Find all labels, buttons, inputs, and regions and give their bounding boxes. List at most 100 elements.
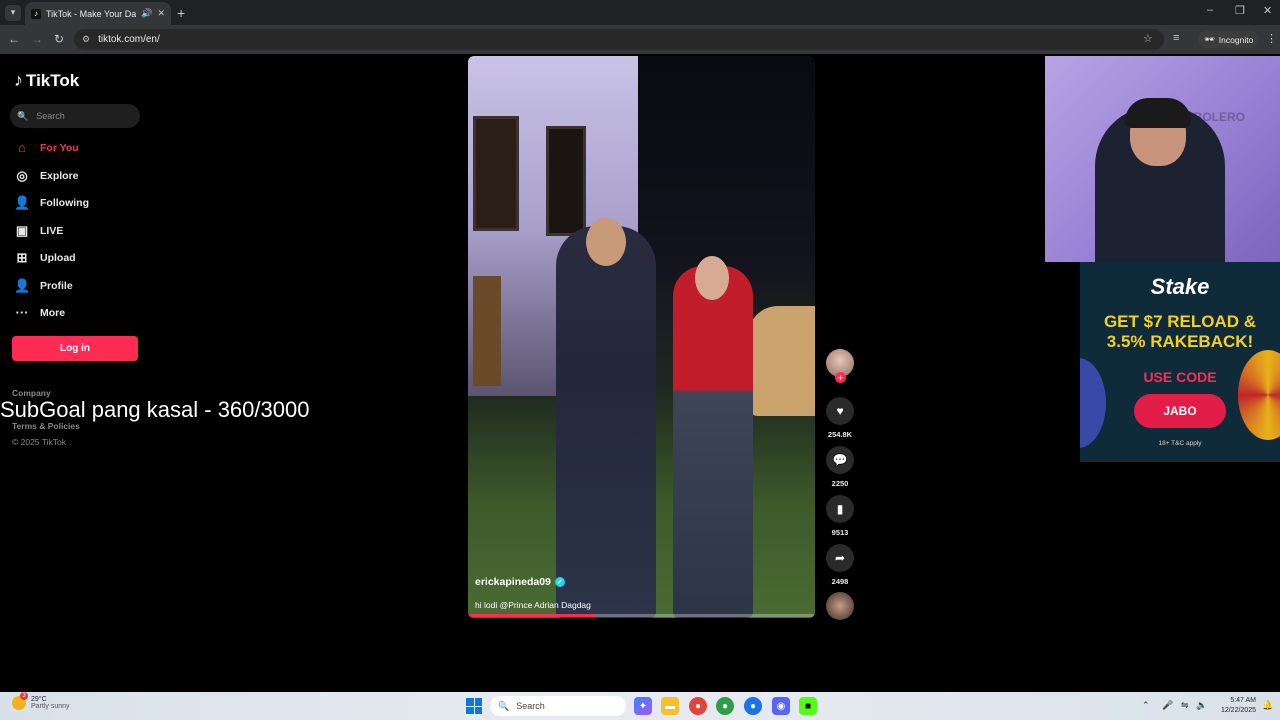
share-action[interactable]: ➦ 2498: [826, 544, 854, 586]
nav-label: For You: [40, 141, 79, 154]
nav-label: LIVE: [40, 225, 64, 237]
tiktok-favicon-icon: ♪: [31, 8, 41, 19]
search-placeholder: Search: [36, 111, 65, 121]
ad-wheel-graphic: [1238, 350, 1280, 440]
compass-icon: ◎: [16, 168, 28, 183]
incognito-indicator[interactable]: 🕶 Incognito: [1198, 31, 1260, 48]
new-tab-button[interactable]: +: [177, 5, 185, 21]
tiktok-note-icon: ♪: [14, 70, 23, 90]
stake-ad-banner: Stake GET $7 RELOAD & 3.5% RAKEBACK! USE…: [1080, 262, 1280, 462]
clock-date: 12/22/2025: [1220, 707, 1256, 714]
nav-for-you[interactable]: ⌂ For You: [14, 140, 79, 155]
comment-action[interactable]: 💬 2250: [826, 446, 854, 488]
chrome-second-icon[interactable]: ●: [744, 697, 762, 715]
video-person-head: [695, 256, 729, 300]
browser-tabbar: ▾ ♪ TikTok - Make Your Day 🔊 ✕ + – ❐ ✕: [0, 0, 1280, 25]
save-action[interactable]: ▮ 9513: [826, 495, 854, 537]
tray-expand-icon[interactable]: ⌃: [1142, 700, 1150, 711]
back-icon[interactable]: ←: [8, 32, 20, 46]
weather-icon: 3: [12, 692, 28, 710]
reload-icon[interactable]: ↻: [54, 32, 64, 46]
browser-tab[interactable]: ♪ TikTok - Make Your Day 🔊 ✕: [25, 2, 171, 25]
notifications-icon[interactable]: 🔔: [1262, 700, 1273, 711]
video-player[interactable]: erickapineda09 ✓ hi lodi @Prince Adrian …: [468, 56, 815, 618]
video-window: [473, 116, 519, 231]
following-icon: 👤: [14, 195, 31, 210]
windows-taskbar: 3 29°C Partly sunny 🔍 Search ✦ ▬ ● ● ● ◉…: [0, 692, 1280, 720]
incognito-label: Incognito: [1218, 34, 1254, 45]
audio-icon[interactable]: 🔊: [141, 8, 152, 19]
clock-time: 5:47 AM: [1230, 697, 1256, 704]
nav-upload[interactable]: ⊞ Upload: [14, 250, 76, 266]
logo-text: TikTok: [26, 70, 80, 90]
video-username: erickapineda09: [475, 576, 551, 588]
media-controls-icon[interactable]: ≡: [1173, 32, 1179, 44]
more-icon: ···: [15, 305, 29, 320]
video-person-right: [673, 256, 753, 618]
volume-icon[interactable]: 🔈: [1196, 700, 1207, 711]
taskbar-search[interactable]: 🔍 Search: [490, 696, 626, 716]
file-explorer-icon[interactable]: ▬: [661, 697, 679, 715]
heart-icon[interactable]: ♥: [826, 397, 854, 425]
site-info-icon[interactable]: ⚙: [82, 34, 90, 45]
nav-more[interactable]: ··· More: [14, 305, 66, 320]
discord-icon[interactable]: ◉: [772, 697, 790, 715]
like-count: 254.8K: [827, 430, 853, 439]
taskbar-clock[interactable]: 5:47 AM 12/22/2025: [1212, 696, 1256, 716]
follow-plus-button[interactable]: +: [835, 372, 846, 383]
address-bar[interactable]: ⚙ tiktok.com/en/: [74, 29, 1164, 50]
share-count: 2498: [831, 577, 849, 586]
restore-button[interactable]: ❐: [1235, 4, 1245, 17]
nav-label: Explore: [40, 170, 79, 182]
network-icon[interactable]: ⇋: [1181, 700, 1189, 711]
login-button[interactable]: Log in: [12, 336, 138, 361]
browser-menu-icon[interactable]: ⋮: [1266, 32, 1277, 45]
search-input[interactable]: 🔍 Search: [10, 104, 140, 128]
chrome-profile-icon[interactable]: ●: [716, 697, 734, 715]
close-window-button[interactable]: ✕: [1263, 4, 1272, 17]
start-button[interactable]: [466, 698, 482, 714]
microphone-icon[interactable]: 🎤: [1162, 700, 1173, 711]
video-car: [748, 306, 815, 416]
close-tab-icon[interactable]: ✕: [157, 8, 165, 19]
forward-icon[interactable]: →: [31, 32, 43, 46]
bookmark-icon[interactable]: ▮: [826, 495, 854, 523]
copilot-icon[interactable]: ✦: [634, 697, 652, 715]
tiktok-logo[interactable]: ♪ TikTok: [14, 70, 79, 91]
video-author[interactable]: erickapineda09 ✓: [475, 576, 565, 588]
tab-title: TikTok - Make Your Day: [46, 8, 137, 19]
weather-widget[interactable]: 3 29°C Partly sunny: [12, 692, 70, 710]
like-action[interactable]: ♥ 254.8K: [826, 397, 854, 439]
video-caption[interactable]: hi lodi @Prince Adrian Dagdag: [475, 600, 591, 610]
share-icon[interactable]: ➦: [826, 544, 854, 572]
taskbar-search-placeholder: Search: [516, 701, 545, 711]
nav-label: Upload: [40, 252, 76, 264]
weather-badge: 3: [20, 692, 28, 700]
tab-search-dropdown[interactable]: ▾: [5, 4, 21, 21]
save-count: 9513: [831, 528, 849, 537]
comment-icon[interactable]: 💬: [826, 446, 854, 474]
video-person-head: [586, 218, 626, 266]
ad-headline: GET $7 RELOAD & 3.5% RAKEBACK!: [1080, 312, 1280, 352]
nav-explore[interactable]: ◎ Explore: [14, 168, 79, 184]
nav-label: Following: [40, 197, 89, 209]
browser-toolbar: ← → ↻ ⚙ tiktok.com/en/ ☆ ≡ 🕶 Incognito ⋮: [0, 25, 1280, 54]
ad-code-button: JABO: [1134, 394, 1226, 428]
nav-live[interactable]: ▣ LIVE: [14, 223, 64, 239]
bookmark-star-icon[interactable]: ☆: [1143, 32, 1153, 45]
footer-copyright: © 2025 TikTok: [12, 437, 66, 447]
verified-icon: ✓: [554, 577, 565, 587]
nav-following[interactable]: 👤 Following: [14, 195, 89, 211]
webcam-overlay: ABOLERO: [1045, 56, 1280, 262]
live-icon: ▣: [15, 223, 29, 238]
ad-headline-line1: GET $7 RELOAD &: [1103, 312, 1257, 331]
minimize-button[interactable]: –: [1207, 4, 1213, 16]
profile-icon: 👤: [14, 278, 31, 293]
taskbar-search-icon: 🔍: [498, 700, 510, 711]
video-progress-bar[interactable]: [468, 614, 815, 617]
chrome-icon[interactable]: ●: [689, 697, 707, 715]
nav-profile[interactable]: 👤 Profile: [14, 278, 73, 294]
music-disc-icon[interactable]: [826, 592, 854, 620]
streamer-headset: [1125, 98, 1191, 128]
obs-app-icon[interactable]: ■: [799, 697, 817, 715]
